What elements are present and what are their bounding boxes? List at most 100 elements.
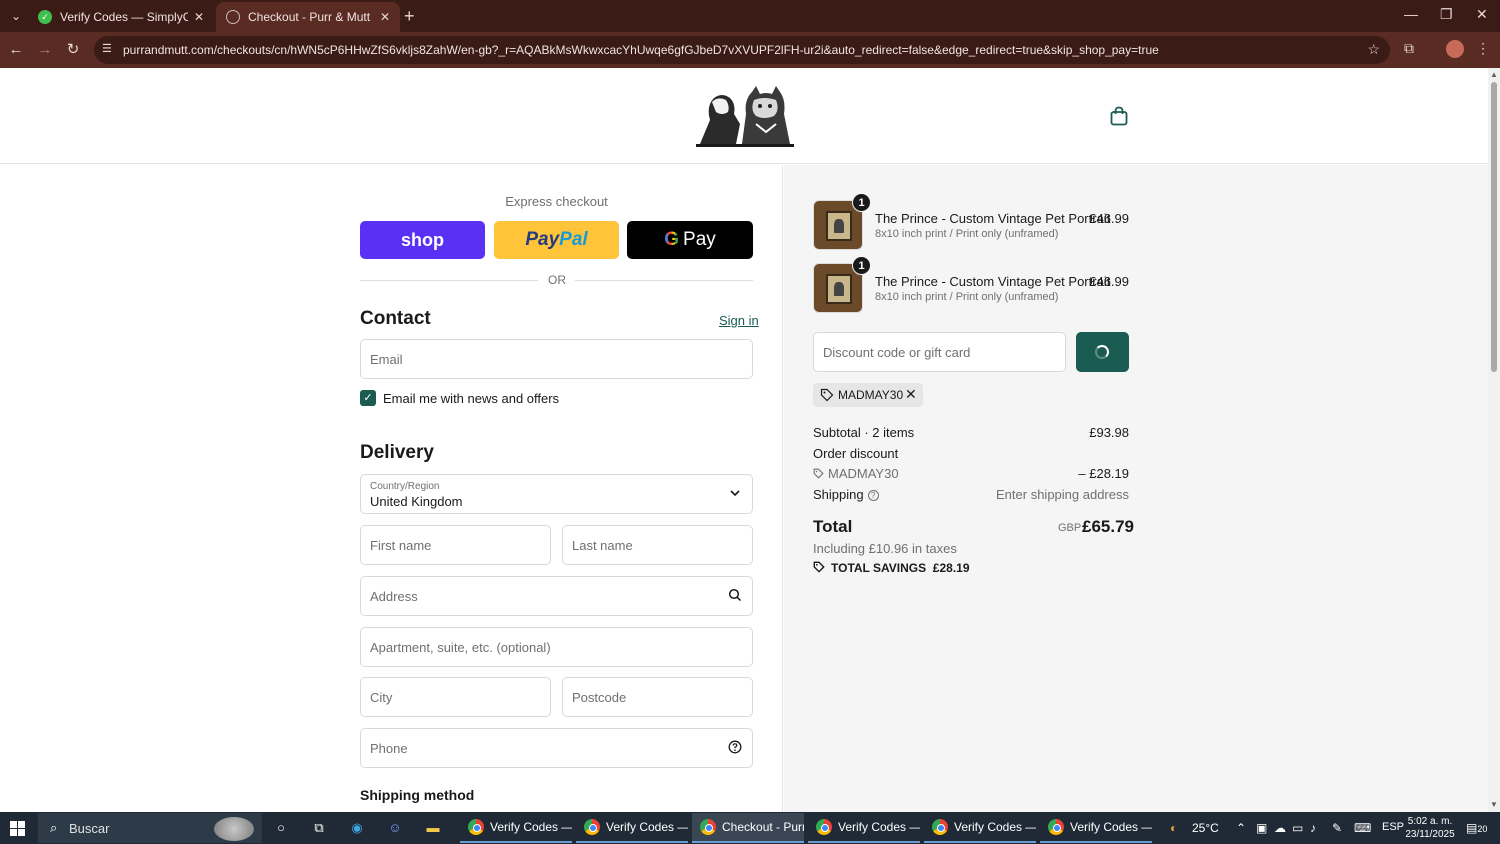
restore-icon[interactable]: ❐ — [1440, 6, 1453, 23]
subtotal-row: Subtotal · 2 items £93.98 — [813, 425, 1129, 440]
taskbar-chrome-window[interactable]: Verify Codes — S... — [1040, 813, 1152, 843]
page-scrollbar[interactable]: ▲ ▼ — [1488, 68, 1500, 812]
cortana-circle-icon[interactable]: ○ — [272, 819, 290, 837]
globe-favicon-icon — [226, 10, 240, 24]
minimize-icon[interactable]: — — [1404, 6, 1418, 22]
onedrive-cloud-icon[interactable]: ☁ — [1274, 821, 1286, 835]
tab-close-icon[interactable]: ✕ — [380, 10, 390, 24]
total-savings: TOTAL SAVINGS £28.19 — [813, 561, 970, 575]
total-value: £65.79 — [1082, 517, 1134, 536]
search-highlight-image — [214, 817, 254, 841]
discount-code-name: MADMAY30 — [828, 466, 899, 481]
windows-taskbar: ⌕ Buscar ○ ⧉ ◉ ☺ ▬ Verify Codes — S... V… — [0, 812, 1500, 844]
tray-app-icon[interactable]: ▣ — [1256, 821, 1267, 835]
address-field[interactable]: Address — [360, 576, 753, 616]
newsletter-label[interactable]: Email me with news and offers — [383, 391, 559, 406]
shopping-bag-icon[interactable] — [1110, 106, 1128, 126]
divider — [360, 280, 538, 281]
tab-search-menu-icon[interactable]: ⌄ — [6, 6, 26, 26]
line-item: 1 The Prince - Custom Vintage Pet Portra… — [813, 256, 1129, 313]
postcode-field[interactable]: Postcode — [562, 677, 753, 717]
temperature-text[interactable]: 25°C — [1192, 821, 1219, 835]
reload-icon[interactable]: ↻ — [63, 40, 83, 60]
first-name-field[interactable]: First name — [360, 525, 551, 565]
notification-center-icon[interactable]: ▤20 — [1466, 821, 1487, 835]
paypal-label-pal: Pal — [559, 229, 588, 250]
taskbar-chrome-window[interactable]: Verify Codes — S... — [460, 813, 572, 843]
system-clock[interactable]: 5:02 a. m. 23/11/2025 — [1405, 815, 1455, 841]
contact-heading: Contact — [360, 308, 431, 329]
taskbar-app-label: Verify Codes — S... — [1070, 820, 1152, 834]
address-bar[interactable]: ☰ purrandmutt.com/checkouts/cn/hWN5cP6HH… — [94, 36, 1390, 64]
help-circle-icon[interactable] — [728, 740, 742, 754]
pen-icon[interactable]: ✎ — [1332, 821, 1342, 835]
browser-tab-bar: ⌄ ✓ Verify Codes — SimplyCodes ✕ Checkou… — [0, 0, 1500, 32]
chrome-icon — [584, 819, 600, 835]
info-icon[interactable]: ? — [867, 490, 879, 501]
edge-browser-icon[interactable]: ◉ — [348, 819, 366, 837]
file-explorer-icon[interactable]: ▬ — [424, 819, 442, 837]
tab-checkout[interactable]: Checkout - Purr & Mutt ✕ — [216, 2, 400, 32]
taskbar-app-label: Checkout - Purr ... — [722, 820, 804, 834]
site-info-icon[interactable]: ☰ — [102, 42, 112, 55]
keyboard-icon[interactable]: ⌨ — [1354, 821, 1371, 835]
shop-pay-button[interactable]: shop — [360, 221, 485, 259]
task-view-icon[interactable]: ⧉ — [310, 819, 328, 837]
paypal-label-pay: Pay — [525, 229, 560, 250]
newsletter-checkbox[interactable]: ✓ — [360, 390, 376, 406]
chrome-icon — [700, 819, 716, 835]
windows-start-icon[interactable] — [10, 821, 25, 836]
taskbar-chrome-window[interactable]: Verify Codes — S... — [808, 813, 920, 843]
remove-discount-icon[interactable]: ✕ — [905, 386, 917, 403]
show-hidden-icons-chevron-icon[interactable]: ⌃ — [1236, 821, 1246, 835]
express-checkout-title: Express checkout — [505, 194, 608, 209]
language-indicator[interactable]: ESP — [1382, 821, 1404, 833]
taskbar-search[interactable]: ⌕ Buscar — [38, 813, 262, 843]
chrome-icon — [932, 819, 948, 835]
tab-verify-codes[interactable]: ✓ Verify Codes — SimplyCodes ✕ — [28, 2, 214, 32]
phone-field[interactable]: Phone — [360, 728, 753, 768]
savings-value: £28.19 — [932, 561, 970, 575]
back-arrow-icon[interactable]: ← — [6, 40, 26, 60]
google-pay-button[interactable]: G Pay — [627, 221, 753, 259]
delivery-heading: Delivery — [360, 442, 434, 463]
browser-menu-icon[interactable]: ⋮ — [1476, 40, 1490, 57]
taskbar-chrome-window[interactable]: Verify Codes — S... — [576, 813, 688, 843]
taskbar-chrome-window-active[interactable]: Checkout - Purr ... — [692, 813, 804, 843]
shipping-value: Enter shipping address — [996, 487, 1129, 502]
google-g-icon: G — [664, 229, 680, 250]
weather-icon[interactable]: ◐ — [1170, 821, 1177, 835]
scroll-up-arrow-icon[interactable]: ▲ — [1490, 70, 1498, 79]
scroll-down-arrow-icon[interactable]: ▼ — [1490, 800, 1498, 809]
volume-icon[interactable]: ♪ — [1310, 821, 1316, 835]
browser-toolbar: ← → ↻ ☰ purrandmutt.com/checkouts/cn/hWN… — [0, 32, 1500, 68]
forward-arrow-icon[interactable]: → — [35, 40, 55, 60]
discord-icon[interactable]: ☺ — [386, 819, 404, 837]
taskbar-chrome-window[interactable]: Verify Codes — S... — [924, 813, 1036, 843]
simplycodes-favicon-icon: ✓ — [38, 10, 52, 24]
scrollbar-thumb[interactable] — [1491, 82, 1497, 372]
profile-avatar[interactable] — [1446, 40, 1464, 58]
network-icon[interactable]: ▭ — [1292, 821, 1303, 835]
purr-and-mutt-logo[interactable] — [696, 84, 794, 148]
new-tab-plus-icon[interactable]: + — [404, 6, 415, 26]
apartment-field[interactable]: Apartment, suite, etc. (optional) — [360, 627, 753, 667]
paypal-button[interactable]: Pay Pal — [494, 221, 619, 259]
window-close-icon[interactable]: ✕ — [1476, 6, 1488, 23]
extensions-icon[interactable]: ⧉ — [1404, 40, 1414, 57]
city-field[interactable]: City — [360, 677, 551, 717]
bookmark-star-icon[interactable]: ☆ — [1367, 41, 1380, 58]
order-discount-label: Order discount — [813, 446, 899, 461]
url-text[interactable]: purrandmutt.com/checkouts/cn/hWN5cP6HHwZ… — [123, 43, 1159, 57]
last-name-field[interactable]: Last name — [562, 525, 753, 565]
country-value: United Kingdom — [370, 494, 463, 509]
discount-code-field[interactable]: Discount code or gift card — [813, 332, 1066, 372]
notification-count: 20 — [1477, 824, 1488, 834]
total-currency: GBP — [1058, 522, 1082, 534]
tab-close-icon[interactable]: ✕ — [194, 10, 204, 24]
email-field[interactable]: Email — [360, 339, 753, 379]
apply-discount-button[interactable] — [1076, 332, 1129, 372]
country-select[interactable]: Country/Region United Kingdom — [360, 474, 753, 514]
divider — [575, 280, 753, 281]
sign-in-link[interactable]: Sign in — [719, 313, 759, 328]
